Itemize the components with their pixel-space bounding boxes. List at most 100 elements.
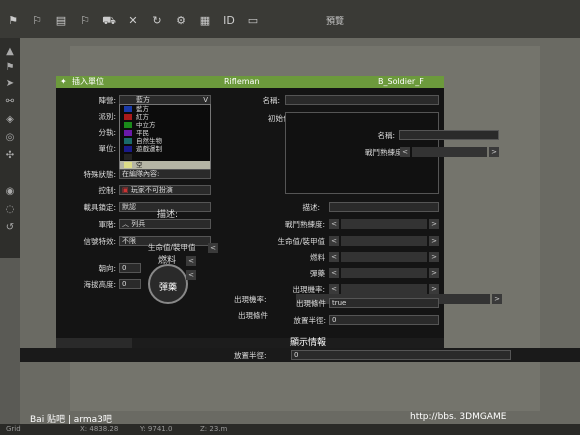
control-warning-icon: ▣ [122,186,129,194]
side-color-swatch [124,130,132,136]
grid-label: Grid [6,425,21,433]
trigger-icon[interactable]: ▤ [52,14,70,28]
waypoint-icon[interactable]: ⚐ [76,14,94,28]
side-option[interactable]: 遊戲運制 [120,145,210,153]
copy-icon[interactable]: ▭ [244,14,262,28]
skill-left-button[interactable]: < [400,147,410,157]
link-icon[interactable]: ⚯ [4,96,16,108]
target-icon[interactable]: ◎ [4,132,16,144]
arrow-icon[interactable]: ➤ [4,78,16,90]
overlay-condition-label: 出現條件 [238,311,268,320]
ammo-label: 彈藥 [310,269,325,278]
flag-icon[interactable]: ⚑ [4,62,16,74]
group-label: 分執: [98,128,116,137]
probability-slider[interactable] [341,284,427,294]
z-coordinate: Z: 23.m [200,425,228,433]
layer-icon[interactable]: ◈ [4,114,16,126]
overlay-probability-label: 出現機率: [234,295,267,304]
overlay-probability-right-button[interactable]: > [492,294,502,304]
rank-select[interactable]: ︿ 列兵 [119,219,211,229]
special-state-label: 特殊狀態: [83,170,116,179]
rotate-icon[interactable]: ↺ [4,222,16,234]
side-option[interactable]: 平民 [120,129,210,137]
group-icon[interactable]: ⚐ [28,14,46,28]
overlay-fuel-label: 燃料 [158,256,177,266]
ammo-left-button[interactable]: < [329,268,339,278]
health-slider[interactable] [341,236,427,246]
skill-label: 戰鬥熟練度: [364,148,405,157]
height-label: 海拔高度: [83,280,116,289]
ammo-slider[interactable] [341,268,427,278]
desc-input[interactable] [329,202,439,212]
name2-input[interactable] [399,130,499,140]
health-right-button[interactable]: > [429,236,439,246]
condition-input[interactable]: true [329,298,439,308]
show-info-button[interactable]: 顯示情報 [290,338,326,348]
health-label: 生命值/裝甲值 [277,237,325,246]
side-option[interactable]: 中立方 [120,121,210,129]
dialog-title-bar: ✦ 插入單位 Rifleman B_Soldier_F [56,76,444,88]
bottom-placement-input[interactable]: 0 [291,350,511,360]
overlay-health-label: 生命值/裝甲值 [148,243,196,252]
fuel-slider[interactable] [341,252,427,262]
fuel-left-button[interactable]: < [329,252,339,262]
preview-button[interactable]: 預覽 [310,15,360,29]
skill-right-button[interactable]: > [489,147,499,157]
probability-left-button[interactable]: < [329,284,339,294]
control-select[interactable]: ▣ 玩家不可扮演 [119,185,211,195]
side-color-swatch [124,114,132,120]
side-option[interactable]: 紅方 [120,113,210,121]
side-color-swatch [124,154,132,160]
name-input[interactable] [285,95,439,105]
special-state-select[interactable]: 在編隊內容: [119,169,211,179]
dialog-close-icon[interactable]: ✦ [60,76,67,88]
spiral-icon[interactable]: ◌ [4,204,16,216]
side-option-selected[interactable]: 空 [120,161,210,169]
placement-input[interactable]: 0 [329,315,439,325]
skill2-right-button[interactable]: > [429,219,439,229]
skill2-left-button[interactable]: < [329,219,339,229]
placement-label: 放置半徑: [293,316,326,325]
rank-icon: ︿ [122,220,129,228]
side-option[interactable] [120,153,210,161]
side-color-swatch [124,122,132,128]
object-icon[interactable]: ◉ [4,186,16,198]
side-color-swatch [124,138,132,144]
direction-input[interactable]: 0 [119,263,141,273]
y-coordinate: Y: 9741.0 [140,425,173,433]
watermark-right: http://bbs. 3DMGAME [410,412,507,422]
fuel-right-button[interactable]: > [429,252,439,262]
overlay-desc-label: 描述: [157,210,179,220]
unit-label: 單位: [98,144,116,153]
show-id-icon[interactable]: ID [220,14,238,28]
info-age-label: 信號特效: [83,237,116,246]
probability-right-button[interactable]: > [429,284,439,294]
skill-slider[interactable] [412,147,487,157]
skill2-slider[interactable] [341,219,427,229]
side-option[interactable]: 自然生物 [120,137,210,145]
sync-icon[interactable]: ↻ [148,14,166,28]
grid-icon[interactable]: ▦ [196,14,214,28]
module-icon[interactable]: ✣ [4,150,16,162]
overlay-fuel-left-button[interactable]: < [186,256,196,266]
bottom-placement-label: 放置半徑: [234,351,267,360]
skill2-label: 戰鬥熟練度: [284,220,325,229]
x-coordinate: X: 4838.28 [80,425,119,433]
height-input[interactable]: 0 [119,279,141,289]
control-label: 控制: [98,186,116,195]
fuel-label: 燃料 [310,253,325,262]
overlay-ammo-left-button[interactable]: < [186,270,196,280]
ammo-right-button[interactable]: > [429,268,439,278]
side-color-swatch [124,162,132,168]
marker-icon[interactable]: ▲ [4,46,16,58]
vehicle-icon[interactable]: ⛟ [100,14,118,28]
side-color-swatch [124,146,132,152]
health-left-button[interactable]: < [329,236,339,246]
side-option[interactable]: 藍方 [120,105,210,113]
overlay-health-left-button[interactable]: < [208,243,218,253]
status-bar: Grid X: 4838.28 Y: 9741.0 Z: 23.m [0,424,580,435]
settings-icon[interactable]: ⚙ [172,14,190,28]
tools-icon[interactable]: ✕ [124,14,142,28]
unit-class: Rifleman [224,77,260,86]
unit-icon[interactable]: ⚑ [4,14,22,28]
